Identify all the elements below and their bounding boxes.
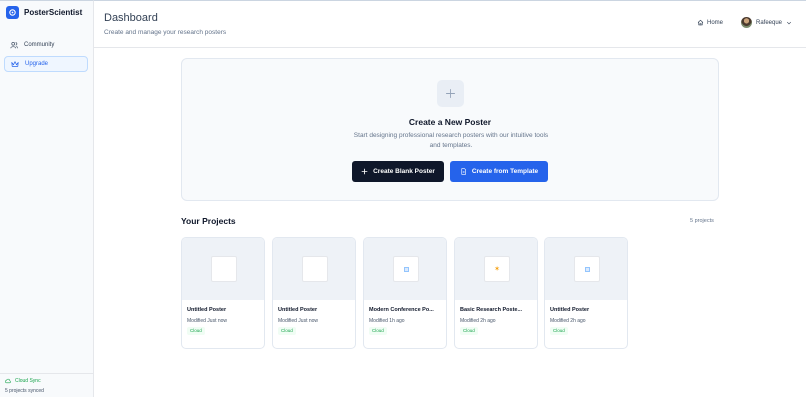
page-title: Dashboard	[104, 12, 158, 24]
project-name: Modern Conference Po...	[369, 307, 434, 313]
projects-title: Your Projects	[181, 216, 236, 226]
create-blank-label: Create Blank Poster	[373, 168, 435, 175]
sync-label: Cloud Sync	[15, 378, 41, 384]
status-badge: Cloud	[278, 327, 296, 335]
create-description: Start designing professional research po…	[353, 132, 549, 149]
sidebar-item-community[interactable]: Community	[4, 37, 88, 53]
project-card[interactable]: ✶ Basic Research Poste... Modified 2h ag…	[454, 237, 538, 349]
project-card[interactable]: Modern Conference Po... Modified 1h ago …	[363, 237, 447, 349]
brand-name: PosterScientist	[24, 8, 83, 17]
status-badge: Cloud	[460, 327, 478, 335]
square-icon	[584, 266, 590, 272]
square-icon	[403, 266, 409, 272]
user-menu[interactable]: Rafeeque	[741, 17, 792, 28]
header: Dashboard Create and manage your researc…	[94, 1, 806, 48]
project-name: Basic Research Poste...	[460, 307, 523, 313]
sidebar: PosterScientist Community Upgrade Cloud …	[0, 0, 94, 397]
cloud-icon	[5, 378, 11, 384]
project-card[interactable]: Untitled Poster Modified Just now Cloud	[181, 237, 265, 349]
create-poster-card: Create a New Poster Start designing prof…	[181, 58, 719, 201]
create-from-template-button[interactable]: Create from Template	[450, 161, 548, 182]
project-modified: Modified Just now	[187, 318, 228, 324]
logo-icon	[6, 6, 19, 19]
project-thumbnail: ✶	[455, 238, 537, 300]
plus-icon	[361, 168, 368, 175]
project-thumbnail	[364, 238, 446, 300]
home-label: Home	[707, 19, 724, 26]
plus-icon	[437, 80, 464, 107]
project-modified: Modified 2h ago	[550, 318, 586, 324]
project-card[interactable]: Untitled Poster Modified Just now Cloud	[272, 237, 356, 349]
sidebar-item-label: Upgrade	[25, 61, 49, 67]
home-link[interactable]: Home	[697, 19, 723, 26]
status-badge: Cloud	[187, 327, 205, 335]
poster-preview: ✶	[484, 256, 510, 282]
status-badge: Cloud	[369, 327, 387, 335]
brand[interactable]: PosterScientist	[6, 6, 82, 19]
poster-preview	[393, 256, 419, 282]
users-icon	[10, 42, 18, 49]
sync-count: 5 projects synced	[5, 388, 44, 394]
star-icon: ✶	[494, 265, 500, 273]
project-modified: Modified Just now	[278, 318, 319, 324]
project-card[interactable]: Untitled Poster Modified 2h ago Cloud	[544, 237, 628, 349]
document-icon	[461, 168, 466, 175]
sidebar-nav: Community Upgrade	[4, 37, 88, 75]
status-badge: Cloud	[550, 327, 568, 335]
project-thumbnail	[545, 238, 627, 300]
create-blank-button[interactable]: Create Blank Poster	[352, 161, 444, 182]
page-subtitle: Create and manage your research posters	[104, 29, 227, 36]
sidebar-item-upgrade[interactable]: Upgrade	[4, 56, 88, 72]
project-modified: Modified 2h ago	[460, 318, 496, 324]
create-template-label: Create from Template	[471, 168, 539, 175]
poster-preview	[302, 256, 328, 282]
poster-preview	[211, 256, 237, 282]
project-modified: Modified 1h ago	[369, 318, 405, 324]
project-name: Untitled Poster	[550, 307, 590, 313]
project-name: Untitled Poster	[278, 307, 318, 313]
chevron-down-icon	[787, 21, 792, 24]
project-name: Untitled Poster	[187, 307, 227, 313]
sync-status: Cloud Sync 5 projects synced	[0, 373, 94, 397]
project-thumbnail	[273, 238, 355, 300]
projects-count: 5 projects	[690, 218, 714, 224]
project-thumbnail	[182, 238, 264, 300]
crown-icon	[11, 61, 19, 67]
create-title: Create a New Poster	[408, 117, 492, 127]
home-icon	[697, 19, 704, 26]
sidebar-item-label: Community	[24, 42, 55, 48]
user-name: Rafeeque	[756, 19, 783, 26]
poster-preview	[574, 256, 600, 282]
avatar	[741, 17, 752, 28]
